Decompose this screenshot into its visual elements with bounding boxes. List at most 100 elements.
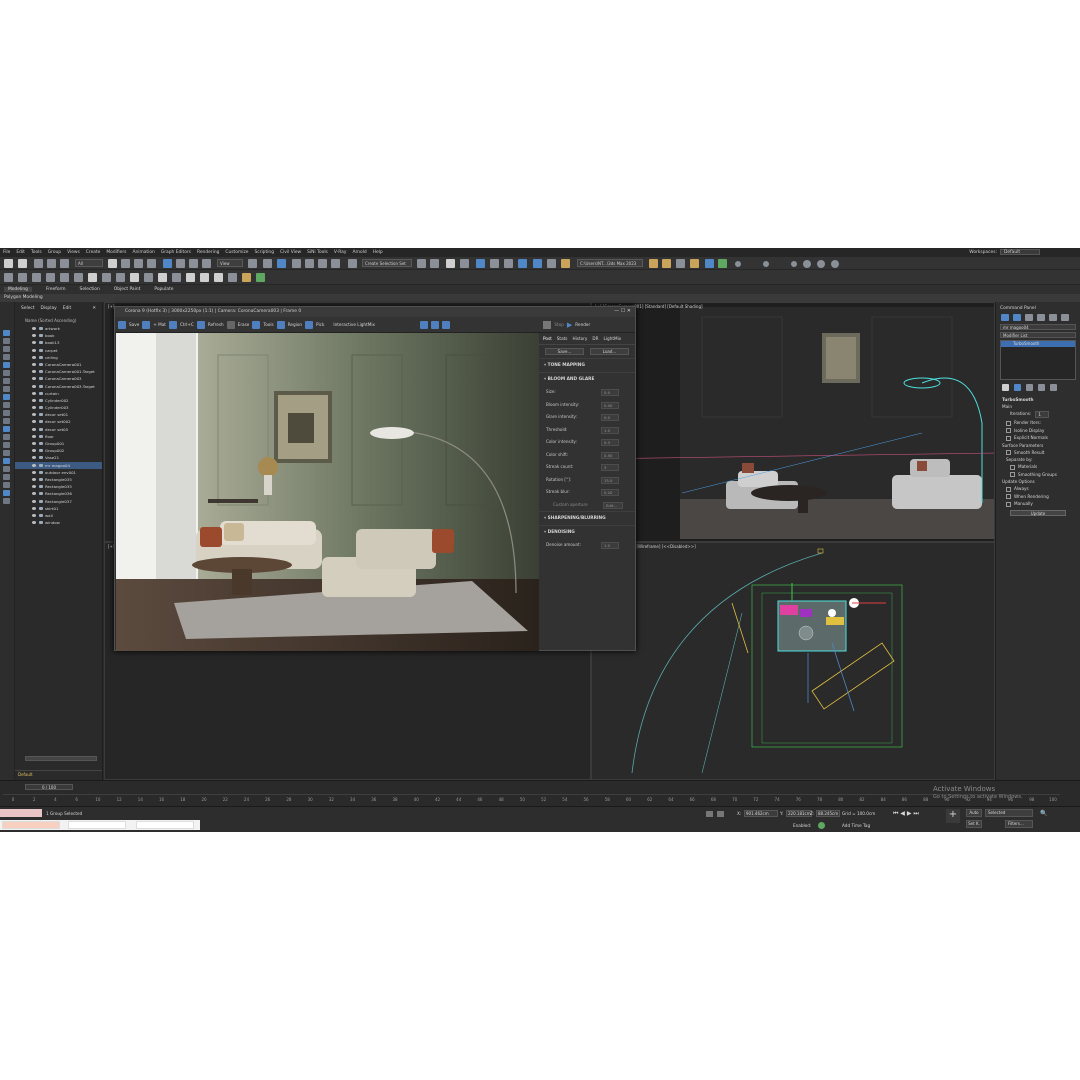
when-rendering-radio[interactable]: When Rendering: [996, 493, 1080, 501]
sync-icon[interactable]: [718, 259, 727, 268]
menu-item-rendering[interactable]: Rendering: [197, 250, 219, 255]
explorer-tool-icon[interactable]: [3, 482, 10, 488]
modifier-list-dropdown[interactable]: Modifier List: [1000, 332, 1076, 338]
pivot-icon[interactable]: [248, 259, 257, 268]
zoom-out-icon[interactable]: [431, 320, 440, 329]
menu-item-customize[interactable]: Customize: [225, 250, 248, 255]
explorer-tool-icon[interactable]: [3, 346, 10, 352]
scene-item[interactable]: window: [15, 519, 102, 526]
explorer-tool-icon[interactable]: [3, 410, 10, 416]
vfb-stop[interactable]: Stop: [554, 322, 564, 327]
add-time-tag[interactable]: Add Time Tag: [842, 823, 870, 828]
layer-explorer-icon[interactable]: [460, 259, 469, 268]
bloom-glare-rollout[interactable]: BLOOM AND GLARE: [539, 372, 635, 386]
schematic-view-icon[interactable]: [504, 259, 513, 268]
explorer-tool-icon[interactable]: [3, 450, 10, 456]
ribbon-tab-populate[interactable]: Populate: [154, 287, 173, 292]
scene-menu-select[interactable]: Select: [21, 306, 35, 311]
vfb-pick[interactable]: Pick: [316, 322, 324, 327]
menu-item-civil-view[interactable]: Civil View: [280, 250, 301, 255]
ribbon-toggle-icon[interactable]: [476, 259, 485, 268]
scene-explorer-header[interactable]: Name (Sorted Ascending): [25, 318, 100, 323]
menu-item-arnold[interactable]: Arnold: [352, 250, 366, 255]
explorer-tool-icon[interactable]: [3, 402, 10, 408]
select-manipulate-icon[interactable]: [263, 259, 272, 268]
denoising-rollout[interactable]: DENOISING: [539, 525, 635, 539]
explorer-tool-icon[interactable]: [3, 442, 10, 448]
corona-slicer-icon[interactable]: [144, 273, 153, 282]
menu-item-tools[interactable]: Tools: [31, 250, 42, 255]
angle-snap-icon[interactable]: [305, 259, 314, 268]
tools-icon[interactable]: [252, 320, 261, 329]
task-window-3[interactable]: [136, 821, 194, 829]
explorer-tool-icon[interactable]: [3, 418, 10, 424]
motion-tab-icon[interactable]: [1037, 314, 1045, 321]
vfb-save[interactable]: Save: [129, 322, 139, 327]
explorer-tool-icon[interactable]: [3, 474, 10, 480]
erase-icon[interactable]: [226, 320, 235, 329]
modifier-stack-item[interactable]: TurboSmooth: [1001, 341, 1075, 347]
link-icon[interactable]: [34, 259, 43, 268]
ribbon-tab-modeling[interactable]: Modeling: [4, 287, 32, 292]
circle-icon-3[interactable]: [831, 260, 839, 268]
bloom-param-spinner[interactable]: 0.00: [601, 401, 619, 409]
scene-item[interactable]: Rectangle037: [15, 498, 102, 505]
corona-material-icon[interactable]: [116, 273, 125, 282]
scene-item[interactable]: CoronaCamera001.Target: [15, 368, 102, 375]
rollout-title[interactable]: TurboSmooth: [996, 396, 1080, 403]
explorer-tool-icon[interactable]: [3, 466, 10, 472]
explorer-tool-icon[interactable]: [3, 338, 10, 344]
vfb-mat[interactable]: + Mat: [153, 322, 166, 327]
folder-icon[interactable]: [662, 259, 671, 268]
scene-item[interactable]: Vase21: [15, 454, 102, 461]
window-crossing-icon[interactable]: [147, 259, 156, 268]
scene-scrollbar[interactable]: [25, 756, 97, 761]
scale-icon[interactable]: [189, 259, 198, 268]
dot-icon-2[interactable]: [763, 261, 769, 267]
material-editor-icon[interactable]: [518, 259, 527, 268]
menu-item-sini-tools[interactable]: SiNi Tools: [307, 250, 328, 255]
bloom-param-spinner[interactable]: 0.0: [601, 389, 619, 396]
scene-menu-edit[interactable]: Edit: [63, 306, 72, 311]
redo-icon[interactable]: [18, 259, 27, 268]
render-teapot-icon[interactable]: [561, 259, 570, 268]
menu-item-group[interactable]: Group: [48, 250, 61, 255]
archive-icon[interactable]: [690, 259, 699, 268]
vfb-region[interactable]: Region: [288, 322, 302, 327]
bind-spacewarp-icon[interactable]: [60, 259, 69, 268]
ribbon-tab-freeform[interactable]: Freeform: [46, 287, 66, 292]
close-icon[interactable]: ✕: [92, 306, 96, 311]
time-slider[interactable]: 0 / 100: [25, 784, 73, 790]
scene-item[interactable]: CoronaCamera001: [15, 361, 102, 368]
corona-interactive-icon[interactable]: [256, 273, 265, 282]
workspace-dropdown[interactable]: Default: [1000, 249, 1040, 255]
scene-item[interactable]: Group001: [15, 440, 102, 447]
corona-converter-icon[interactable]: [102, 273, 111, 282]
rotate-icon[interactable]: [176, 259, 185, 268]
task-3dsmax[interactable]: [2, 821, 60, 829]
materials-checkbox[interactable]: Materials: [996, 463, 1080, 471]
dot-icon-3[interactable]: [791, 261, 797, 267]
curve-editor-icon[interactable]: [490, 259, 499, 268]
open-explorer-icon[interactable]: [649, 259, 658, 268]
menu-item-v-ray[interactable]: V-Ray: [334, 250, 347, 255]
scene-item[interactable]: CoronaCamera003: [15, 375, 102, 382]
reference-coord-dropdown[interactable]: View: [217, 259, 243, 267]
y-coordinate-field[interactable]: 220.181cm: [786, 810, 812, 817]
unlink-icon[interactable]: [47, 259, 56, 268]
corona-light-icon[interactable]: [4, 273, 13, 282]
absolute-mode-icon[interactable]: [717, 811, 724, 817]
auto-key-button[interactable]: Auto: [966, 809, 982, 817]
explorer-tool-icon[interactable]: [3, 394, 10, 400]
explorer-tool-icon[interactable]: [3, 434, 10, 440]
track-bar[interactable]: 0 2 4 6 10 12 14 16 18 20 22 24 26 28 30 32 34 36 38 40 42 44…: [3, 794, 1060, 804]
circle-icon-2[interactable]: [817, 260, 825, 268]
remove-modifier-icon[interactable]: [1038, 384, 1045, 391]
layer-default[interactable]: Default: [15, 770, 102, 778]
menu-item-animation[interactable]: Animation: [132, 250, 154, 255]
utilities-tab-icon[interactable]: [1061, 314, 1069, 321]
set-key-icon[interactable]: +: [946, 809, 960, 823]
refresh-icon[interactable]: [196, 320, 205, 329]
x-coordinate-field[interactable]: 901.462cm: [744, 810, 778, 817]
menu-item-modifiers[interactable]: Modifiers: [106, 250, 126, 255]
